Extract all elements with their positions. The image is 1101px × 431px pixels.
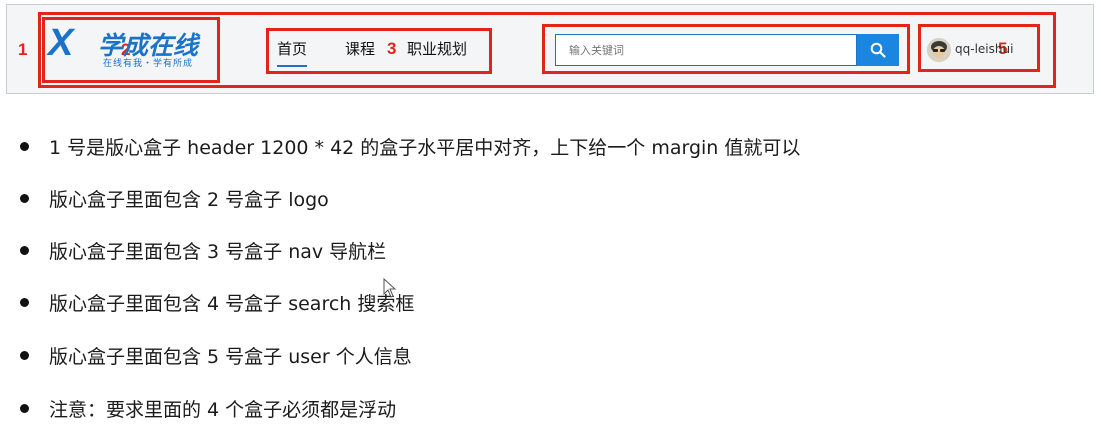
logo-mark: X xyxy=(48,22,73,64)
list-item-text: 版心盒子里面包含 2 号盒子 logo xyxy=(49,189,329,211)
user-name[interactable]: qq-leishui xyxy=(955,42,1013,56)
list-item-text: 1 号是版心盒子 header 1200 * 42 的盒子水平居中对齐，上下给一… xyxy=(49,137,801,159)
logo[interactable]: X 学成在线 在线有我・学有所成 xyxy=(48,22,216,69)
list-item-text: 版心盒子里面包含 3 号盒子 nav 导航栏 xyxy=(49,241,387,263)
bullet-dot xyxy=(20,142,29,151)
bullet-dot xyxy=(20,351,29,360)
list-item-text: 版心盒子里面包含 5 号盒子 user 个人信息 xyxy=(49,346,412,368)
logo-slogan: 在线有我・学有所成 xyxy=(103,59,194,69)
list-item: 版心盒子里面包含 5 号盒子 user 个人信息 xyxy=(20,342,412,369)
bullet-dot xyxy=(20,404,29,413)
search-button[interactable] xyxy=(857,34,899,66)
list-item: 版心盒子里面包含 2 号盒子 logo xyxy=(20,185,329,212)
nav-item-career[interactable]: 职业规划 xyxy=(407,38,467,67)
bullet-dot xyxy=(20,298,29,307)
list-item: 注意：要求里面的 4 个盒子必须都是浮动 xyxy=(20,395,396,422)
search-input[interactable] xyxy=(555,34,857,66)
mouse-cursor-icon xyxy=(383,278,397,298)
avatar-icon[interactable] xyxy=(927,38,951,62)
list-item: 版心盒子里面包含 3 号盒子 nav 导航栏 xyxy=(20,237,386,264)
nav-item-courses[interactable]: 课程 xyxy=(345,38,375,67)
list-item: 1 号是版心盒子 header 1200 * 42 的盒子水平居中对齐，上下给一… xyxy=(20,133,800,160)
annotation-number-1: 1 xyxy=(18,40,28,59)
nav-item-home[interactable]: 首页 xyxy=(277,38,308,67)
bullet-dot xyxy=(20,194,29,203)
nav-bar: 首页 课程 职业规划 xyxy=(277,38,467,67)
list-item-text: 版心盒子里面包含 4 号盒子 search 搜索框 xyxy=(49,293,415,315)
list-item-text: 注意：要求里面的 4 个盒子必须都是浮动 xyxy=(49,399,397,421)
bullet-dot xyxy=(20,246,29,255)
list-item: 版心盒子里面包含 4 号盒子 search 搜索框 xyxy=(20,289,414,316)
search-icon xyxy=(870,42,886,58)
